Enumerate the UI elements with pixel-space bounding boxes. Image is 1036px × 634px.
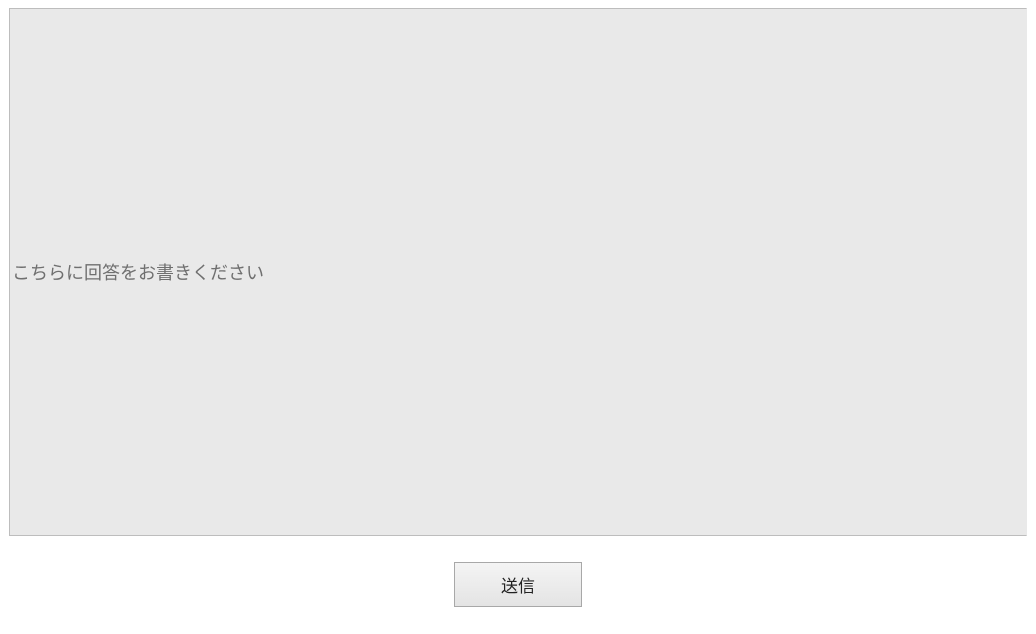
submit-button[interactable]: 送信 (454, 562, 582, 607)
form-container: こちらに回答をお書きください 送信 (0, 0, 1036, 634)
answer-textarea[interactable]: こちらに回答をお書きください (9, 8, 1027, 536)
button-row: 送信 (0, 562, 1036, 607)
